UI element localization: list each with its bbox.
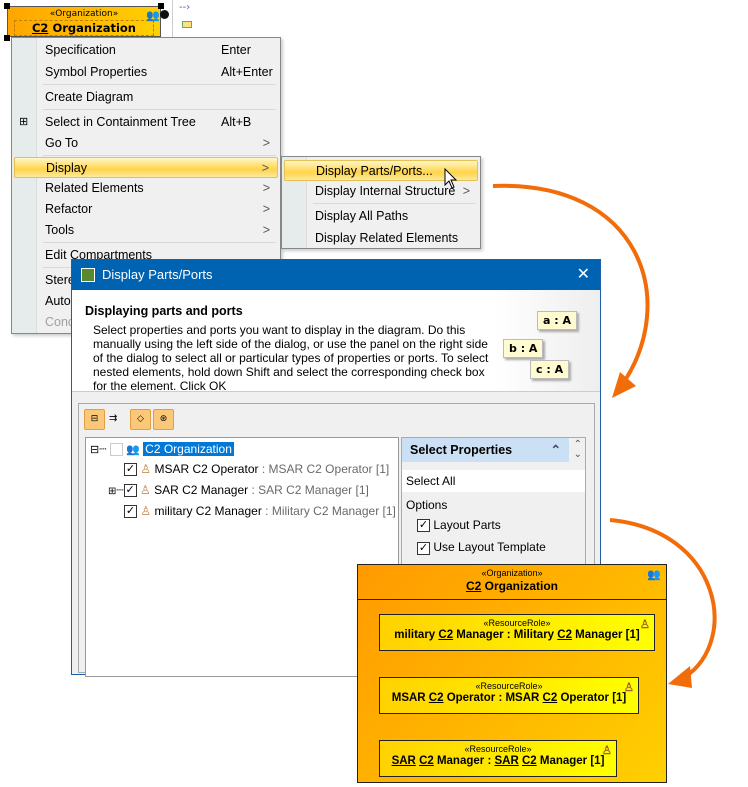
- resource-role-part[interactable]: «ResourceRole» SAR C2 Manager : SAR C2 M…: [379, 740, 617, 777]
- illustration-part: c : A: [530, 360, 570, 379]
- collapse-icon[interactable]: ⊟: [90, 444, 99, 456]
- illustration-part: a : A: [537, 311, 577, 330]
- element-name: C2 Organization: [465, 579, 558, 593]
- tree-root-label: C2 Organization: [143, 442, 234, 456]
- resource-role-icon: ♙: [601, 745, 612, 757]
- menu-item-go-to[interactable]: Go To >: [14, 133, 278, 154]
- dialog-heading: Displaying parts and ports: [85, 304, 243, 318]
- tree-row-root[interactable]: ⊟┈ 👥 C2 Organization: [90, 439, 234, 459]
- menu-separator: [43, 109, 276, 110]
- smart-manipulator-bar: --›: [172, 0, 200, 40]
- expand-icon[interactable]: ⊞: [108, 486, 116, 497]
- component-icon[interactable]: [182, 21, 192, 28]
- selection-handle[interactable]: [4, 35, 10, 41]
- menu-item-related-elements[interactable]: Related Elements >: [14, 178, 278, 199]
- select-all-item[interactable]: Select All: [402, 470, 585, 492]
- element-tree: ⊟┈ 👥 C2 Organization ✓ ♙ MSAR C2 Operato…: [85, 437, 399, 677]
- mouse-cursor-icon: [444, 168, 458, 189]
- tree-row[interactable]: ✓ ♙ MSAR C2 Operator : MSAR C2 Operator …: [124, 459, 389, 479]
- chevron-right-icon: >: [262, 181, 270, 195]
- expand-all-toggle[interactable]: ⊟: [84, 409, 105, 430]
- panel-header[interactable]: Select Properties ⌃: [402, 438, 569, 462]
- checkbox[interactable]: ✓: [124, 505, 137, 519]
- menu-item-select-in-containment-tree[interactable]: ⊞ Select in Containment Tree Alt+B: [14, 112, 278, 133]
- layout-parts-checkbox[interactable]: ✓ Layout Parts: [417, 518, 585, 533]
- chevron-right-icon: >: [262, 223, 270, 237]
- chevron-right-icon: >: [262, 202, 270, 216]
- menu-separator: [313, 203, 476, 204]
- menu-item-refactor[interactable]: Refactor >: [14, 199, 278, 220]
- organization-shape[interactable]: «Organization» C2 Organization: [7, 6, 161, 37]
- checkbox[interactable]: ✓: [124, 463, 137, 477]
- stereotype-label: «Organization»: [49, 9, 119, 19]
- dialog-title: Display Parts/Ports: [102, 267, 213, 282]
- selection-handle[interactable]: [4, 3, 10, 9]
- chevron-right-icon: >: [262, 136, 270, 150]
- close-icon[interactable]: ✕: [577, 260, 590, 290]
- resource-role-icon: ♙: [140, 462, 152, 476]
- options-label: Options: [406, 498, 448, 512]
- collapse-panel-icon[interactable]: ⌃: [551, 438, 561, 462]
- element-name: C2 Organization: [14, 20, 154, 36]
- show-parts-toggle[interactable]: ⊛: [153, 409, 174, 430]
- menu-item-specification[interactable]: Specification Enter: [14, 40, 278, 61]
- resource-role-icon: ♙: [139, 483, 151, 497]
- use-layout-template-checkbox[interactable]: ✓ Use Layout Template: [417, 540, 585, 555]
- organization-icon: 👥: [126, 444, 140, 456]
- menu-separator: [43, 155, 276, 156]
- dialog-title-bar: Display Parts/Ports ✕: [72, 260, 600, 290]
- organization-header: «Organization» C2 Organization: [358, 568, 666, 600]
- organization-icon: 👥: [647, 568, 661, 581]
- show-ports-toggle[interactable]: ◇: [130, 409, 151, 430]
- menu-separator: [43, 84, 276, 85]
- menu-separator: [43, 242, 276, 243]
- add-icon[interactable]: [160, 10, 169, 19]
- organization-icon: 👥: [146, 9, 160, 22]
- resource-role-icon: ♙: [140, 504, 152, 518]
- resource-role-part[interactable]: «ResourceRole» military C2 Manager : Mil…: [379, 614, 655, 651]
- checkbox[interactable]: ✓: [123, 484, 137, 498]
- stereotype-label: «Organization»: [481, 568, 543, 578]
- menu-item-display-related-elements[interactable]: Display Related Elements: [284, 228, 478, 249]
- organization-shape-result[interactable]: «Organization» C2 Organization 👥 «Resour…: [357, 564, 667, 783]
- chevron-right-icon: >: [261, 161, 269, 175]
- menu-item-symbol-properties[interactable]: Symbol Properties Alt+Enter: [14, 62, 278, 83]
- menu-item-display[interactable]: Display >: [14, 157, 278, 178]
- tree-row[interactable]: ✓ ♙ military C2 Manager : Military C2 Ma…: [124, 501, 396, 521]
- illustration-part: b : A: [503, 339, 544, 358]
- menu-item-create-diagram[interactable]: Create Diagram: [14, 87, 278, 108]
- chevron-right-icon: >: [462, 184, 470, 198]
- resource-role-icon: ♙: [623, 682, 634, 694]
- arrowhead-icon: [668, 666, 692, 688]
- containment-tree-icon: ⊞: [19, 116, 29, 128]
- menu-item-display-all-paths[interactable]: Display All Paths: [284, 206, 478, 227]
- dialog-header: Displaying parts and ports Select proper…: [72, 290, 600, 393]
- dialog-description: Select properties and ports you want to …: [93, 323, 489, 393]
- tree-row[interactable]: ⊞┈ ✓ ♙ SAR C2 Manager : SAR C2 Manager [1…: [108, 480, 369, 500]
- arrowhead-icon: [612, 372, 636, 398]
- dependency-arrow-icon[interactable]: --›: [179, 2, 200, 13]
- menu-item-tools[interactable]: Tools >: [14, 220, 278, 241]
- dialog-app-icon: [81, 268, 95, 282]
- scroll-arrows-icon[interactable]: ⌃ ⌄: [574, 440, 582, 460]
- resource-role-part[interactable]: «ResourceRole» MSAR C2 Operator : MSAR C…: [379, 677, 639, 714]
- collapse-all-button[interactable]: ⇉: [109, 413, 117, 424]
- resource-role-icon: ♙: [639, 619, 650, 631]
- checkbox[interactable]: [109, 443, 123, 457]
